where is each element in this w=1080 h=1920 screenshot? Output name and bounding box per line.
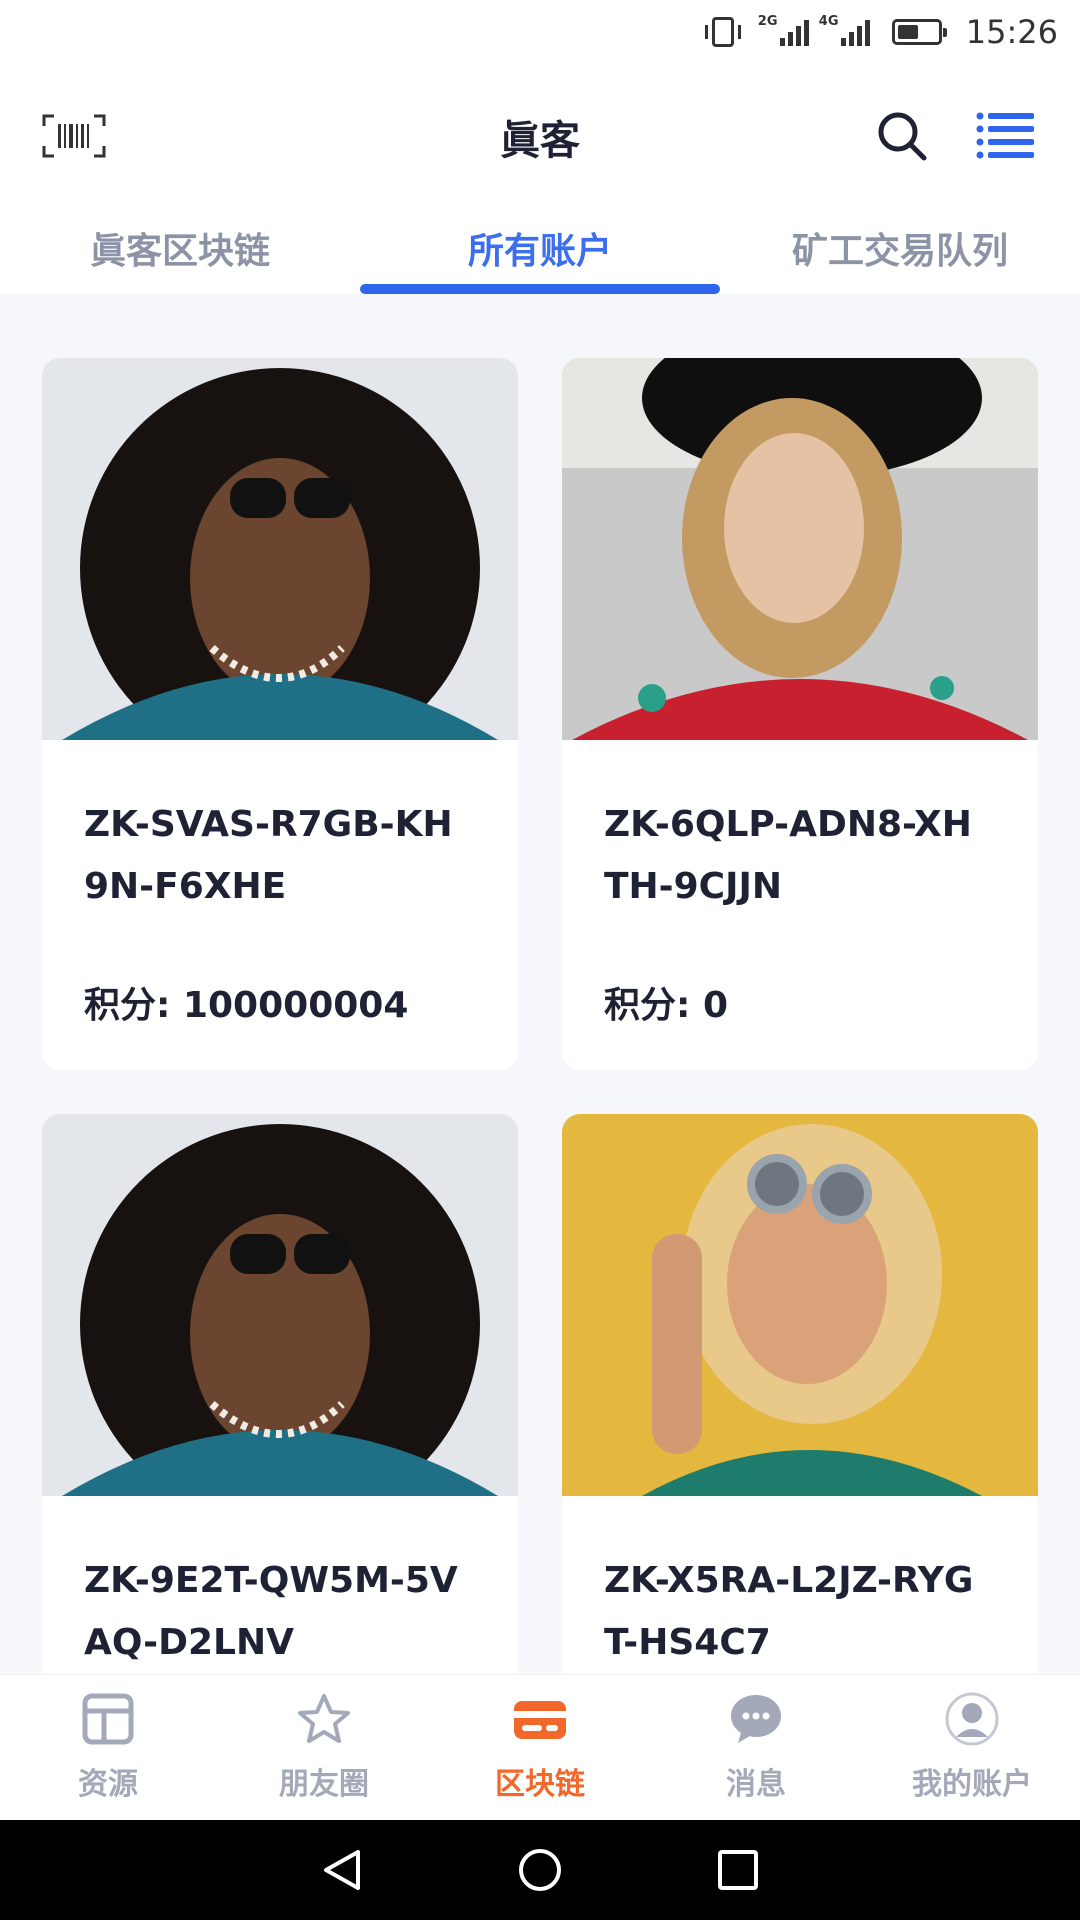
bottom-navigation: 资源 朋友圈 区块链 消息 我的账户 [0, 1674, 1080, 1820]
account-photo [42, 1114, 518, 1524]
recent-apps-icon[interactable] [714, 1846, 762, 1894]
nav-label: 朋友圈 [279, 1767, 369, 1802]
system-navigation-bar [0, 1820, 1080, 1920]
home-icon[interactable] [516, 1846, 564, 1894]
account-photo [562, 358, 1038, 740]
search-icon[interactable] [876, 110, 928, 162]
score-value: 100000004 [182, 985, 409, 1026]
signal-2g-icon: 2G [758, 14, 809, 46]
tab-blockchain[interactable]: 眞客区块链 [0, 210, 360, 294]
nav-label: 消息 [726, 1767, 786, 1802]
account-id: ZK-SVAS-R7GB-KH9N-F6XHE [84, 804, 453, 907]
layout-icon [82, 1693, 134, 1745]
chat-bubble-icon [731, 1695, 781, 1743]
signal-4g-icon: 4G [819, 14, 870, 46]
accounts-grid: ZK-SVAS-R7GB-KH9N-F6XHE 积分: 100000004 ZK… [0, 294, 1080, 1674]
app-header: 眞客 [0, 64, 1080, 210]
nav-blockchain[interactable]: 区块链 [432, 1675, 648, 1820]
account-id: ZK-6QLP-ADN8-XHTH-9CJJN [604, 804, 972, 907]
status-time: 15:26 [965, 13, 1058, 51]
tab-miner-queue[interactable]: 矿工交易队列 [720, 210, 1080, 294]
score-label: 积分: [84, 985, 171, 1026]
nav-label: 我的账户 [912, 1767, 1032, 1802]
active-tab-indicator [360, 284, 720, 294]
battery-icon [891, 19, 947, 45]
score-label: 积分: [604, 985, 691, 1026]
page-title: 眞客 [500, 118, 580, 164]
account-score: 积分: 0 [604, 976, 996, 1028]
signal-4g-label: 4G [818, 14, 839, 29]
account-photo [42, 358, 518, 768]
tab-bar: 眞客区块链 所有账户 矿工交易队列 [0, 210, 1080, 294]
user-avatar-icon [945, 1692, 999, 1746]
nav-resources[interactable]: 资源 [0, 1675, 216, 1820]
account-card[interactable]: ZK-9E2T-QW5M-5VAQ-D2LNV [42, 1114, 518, 1674]
account-photo [562, 1114, 1038, 1496]
account-score: 积分: 100000004 [84, 976, 476, 1028]
tab-all-accounts[interactable]: 所有账户 [360, 210, 720, 294]
card-icon [514, 1701, 566, 1739]
app-root: 2G 4G 15:26 眞客 眞客区块链 所有账户 矿工交易队列 ZK-SVAS… [0, 0, 1080, 1920]
back-icon[interactable] [318, 1846, 366, 1894]
account-card[interactable]: ZK-SVAS-R7GB-KH9N-F6XHE 积分: 100000004 [42, 358, 518, 1070]
status-bar: 2G 4G 15:26 [0, 0, 1080, 64]
nav-moments[interactable]: 朋友圈 [216, 1675, 432, 1820]
star-icon [298, 1694, 350, 1743]
account-card[interactable]: ZK-6QLP-ADN8-XHTH-9CJJN 积分: 0 [562, 358, 1038, 1070]
account-id: ZK-X5RA-L2JZ-RYGT-HS4C7 [604, 1560, 974, 1663]
nav-my-account[interactable]: 我的账户 [864, 1675, 1080, 1820]
account-card[interactable]: ZK-X5RA-L2JZ-RYGT-HS4C7 [562, 1114, 1038, 1674]
nav-label: 区块链 [495, 1767, 585, 1802]
nav-label: 资源 [78, 1767, 138, 1802]
score-value: 0 [702, 985, 729, 1026]
signal-2g-label: 2G [757, 14, 778, 29]
vibrate-icon [704, 17, 741, 47]
list-menu-icon[interactable] [976, 112, 1036, 160]
nav-messages[interactable]: 消息 [648, 1675, 864, 1820]
account-id: ZK-9E2T-QW5M-5VAQ-D2LNV [84, 1560, 458, 1663]
barcode-scan-icon[interactable] [42, 114, 106, 158]
